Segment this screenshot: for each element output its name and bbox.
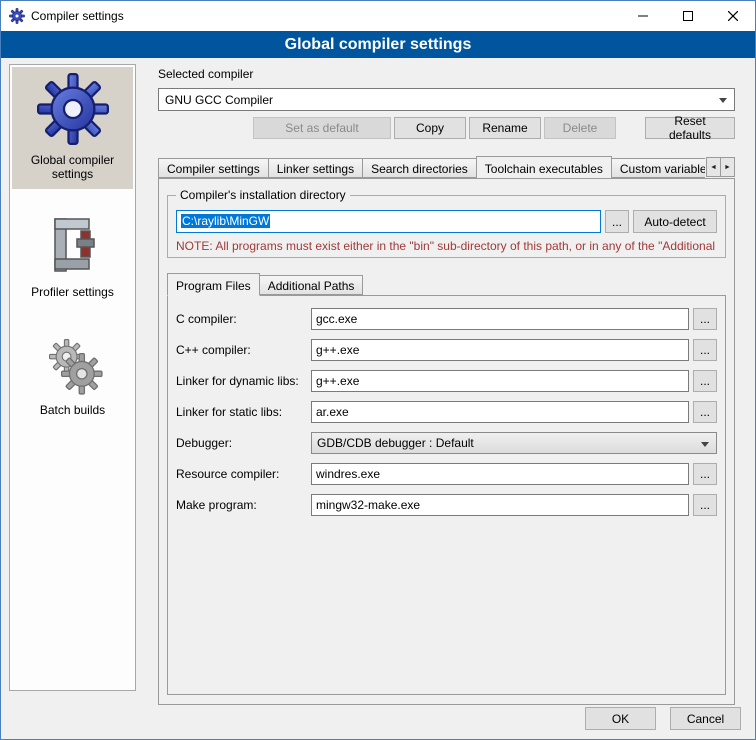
make-program-input[interactable]: mingw32-make.exe: [311, 494, 689, 516]
sidebar-item-label: Batch builds: [40, 403, 105, 417]
bin-subdirectory-note: NOTE: All programs must exist either in …: [176, 239, 717, 253]
sidebar-item-global-compiler-settings[interactable]: Global compiler settings: [12, 67, 133, 189]
browse-directory-button[interactable]: ...: [605, 210, 629, 233]
make-program-row: Make program: mingw32-make.exe ...: [176, 494, 717, 516]
dynamic-linker-row: Linker for dynamic libs: g++.exe ...: [176, 370, 717, 392]
toolchain-executables-panel: Compiler's installation directory C:\ray…: [158, 178, 735, 705]
settings-sidebar: Global compiler settings Profiler settin…: [9, 64, 136, 691]
rename-button[interactable]: Rename: [469, 117, 541, 139]
debugger-label: Debugger:: [176, 436, 311, 450]
make-program-value: mingw32-make.exe: [316, 498, 420, 512]
sidebar-item-profiler-settings[interactable]: Profiler settings: [12, 207, 133, 307]
program-files-tabstrip: Program Files Additional Paths: [167, 272, 726, 295]
debugger-value: GDB/CDB debugger : Default: [317, 436, 474, 450]
c-compiler-input[interactable]: gcc.exe: [311, 308, 689, 330]
compiler-actions: Set as default Copy Rename Delete Reset …: [158, 117, 735, 139]
cancel-button[interactable]: Cancel: [670, 707, 741, 730]
c-compiler-value: gcc.exe: [316, 312, 357, 326]
gray-gears-icon: [41, 331, 105, 395]
browse-c-compiler-button[interactable]: ...: [693, 308, 717, 330]
browse-dynamic-linker-button[interactable]: ...: [693, 370, 717, 392]
browse-resource-compiler-button[interactable]: ...: [693, 463, 717, 485]
installation-directory-value: C:\raylib\MinGW: [181, 214, 270, 228]
resource-compiler-row: Resource compiler: windres.exe ...: [176, 463, 717, 485]
static-linker-input[interactable]: ar.exe: [311, 401, 689, 423]
copy-button[interactable]: Copy: [394, 117, 466, 139]
main-panel: Selected compiler GNU GCC Compiler Set a…: [149, 63, 743, 705]
tab-scroll-left-button[interactable]: ◄: [706, 157, 721, 177]
debugger-row: Debugger: GDB/CDB debugger : Default: [176, 432, 717, 454]
auto-detect-button[interactable]: Auto-detect: [633, 210, 717, 233]
minimize-button[interactable]: [620, 1, 665, 31]
installation-directory-label: Compiler's installation directory: [176, 188, 350, 202]
make-program-label: Make program:: [176, 498, 311, 512]
tabs-scroll-area: Compiler settings Linker settings Search…: [158, 156, 705, 178]
compiler-select-value: GNU GCC Compiler: [165, 93, 273, 107]
tab-search-directories[interactable]: Search directories: [362, 158, 477, 178]
chevron-down-icon: [719, 98, 727, 103]
browse-cpp-compiler-button[interactable]: ...: [693, 339, 717, 361]
clamp-icon: [41, 213, 105, 277]
installation-directory-group: Compiler's installation directory C:\ray…: [167, 195, 726, 258]
tab-custom-variables[interactable]: Custom variables: [611, 158, 705, 178]
sidebar-item-batch-builds[interactable]: Batch builds: [12, 325, 133, 425]
tab-linker-settings[interactable]: Linker settings: [268, 158, 363, 178]
sidebar-item-label: Profiler settings: [31, 285, 114, 299]
tab-scroll-right-button[interactable]: ►: [720, 157, 735, 177]
compiler-select[interactable]: GNU GCC Compiler: [158, 88, 735, 111]
dynamic-linker-input[interactable]: g++.exe: [311, 370, 689, 392]
page-title: Global compiler settings: [1, 31, 755, 58]
cpp-compiler-row: C++ compiler: g++.exe ...: [176, 339, 717, 361]
c-compiler-label: C compiler:: [176, 312, 311, 326]
resource-compiler-value: windres.exe: [316, 467, 380, 481]
resource-compiler-label: Resource compiler:: [176, 467, 311, 481]
sidebar-item-label: Global compiler settings: [16, 153, 129, 181]
settings-tabstrip: Compiler settings Linker settings Search…: [158, 155, 735, 178]
tab-compiler-settings[interactable]: Compiler settings: [158, 158, 269, 178]
delete-button: Delete: [544, 117, 616, 139]
static-linker-label: Linker for static libs:: [176, 405, 311, 419]
titlebar: Compiler settings: [1, 1, 755, 31]
tab-toolchain-executables[interactable]: Toolchain executables: [476, 156, 612, 178]
tab-scroll-buttons: ◄ ►: [707, 157, 735, 177]
resource-compiler-input[interactable]: windres.exe: [311, 463, 689, 485]
dynamic-linker-value: g++.exe: [316, 374, 359, 388]
blue-gear-icon: [37, 73, 109, 145]
cpp-compiler-label: C++ compiler:: [176, 343, 311, 357]
browse-static-linker-button[interactable]: ...: [693, 401, 717, 423]
window-title: Compiler settings: [31, 9, 124, 23]
c-compiler-row: C compiler: gcc.exe ...: [176, 308, 717, 330]
tab-additional-paths[interactable]: Additional Paths: [259, 275, 364, 295]
app-gear-icon: [9, 8, 25, 24]
maximize-button[interactable]: [665, 1, 710, 31]
cpp-compiler-value: g++.exe: [316, 343, 359, 357]
chevron-down-icon: [701, 442, 709, 447]
browse-make-program-button[interactable]: ...: [693, 494, 717, 516]
program-files-panel: C compiler: gcc.exe ... C++ compiler: g+…: [167, 295, 726, 695]
static-linker-value: ar.exe: [316, 405, 349, 419]
static-linker-row: Linker for static libs: ar.exe ...: [176, 401, 717, 423]
reset-defaults-button[interactable]: Reset defaults: [645, 117, 735, 139]
selected-compiler-label: Selected compiler: [158, 67, 735, 81]
installation-directory-input[interactable]: C:\raylib\MinGW: [176, 210, 601, 233]
cpp-compiler-input[interactable]: g++.exe: [311, 339, 689, 361]
dialog-footer: OK Cancel: [585, 707, 741, 730]
set-as-default-button: Set as default: [253, 117, 391, 139]
debugger-select[interactable]: GDB/CDB debugger : Default: [311, 432, 717, 454]
tab-program-files[interactable]: Program Files: [167, 273, 260, 296]
compiler-settings-dialog: Compiler settings Global compiler settin…: [0, 0, 756, 740]
ok-button[interactable]: OK: [585, 707, 656, 730]
close-button[interactable]: [710, 1, 755, 31]
dynamic-linker-label: Linker for dynamic libs:: [176, 374, 311, 388]
